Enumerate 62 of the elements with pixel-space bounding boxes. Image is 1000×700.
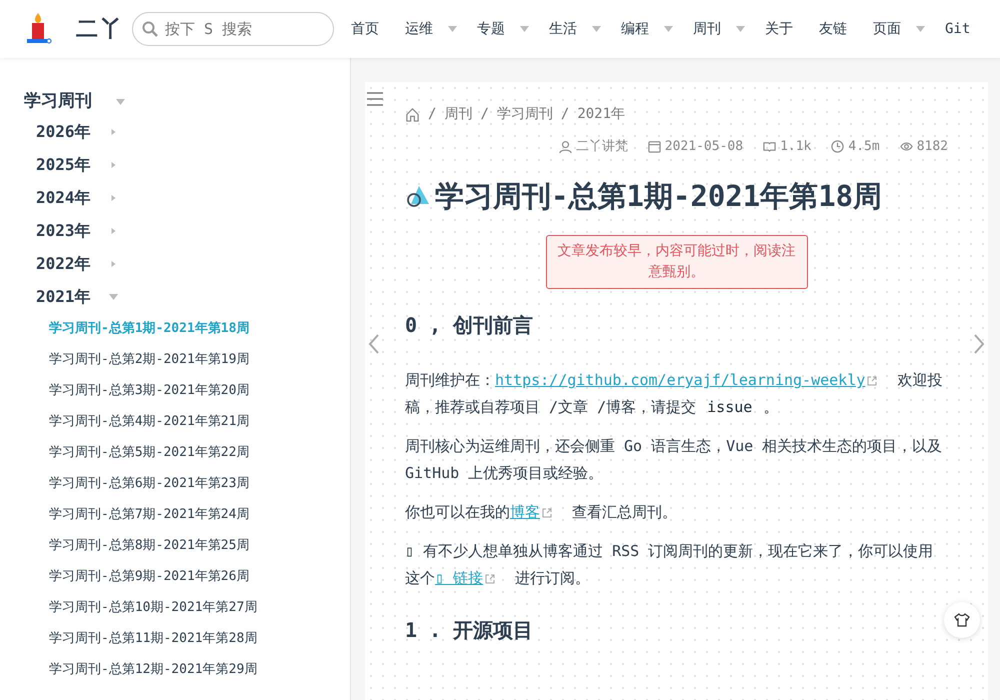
external-link-icon xyxy=(485,574,496,584)
nav-link[interactable]: 运维 xyxy=(405,18,433,40)
sidebar-group[interactable]: 2025年 xyxy=(36,152,91,176)
sidebar-item[interactable]: 学习周刊-总第12期-2021年第29周 xyxy=(0,654,350,685)
person-icon xyxy=(558,140,572,154)
site-title[interactable]: 二丫 xyxy=(76,12,124,46)
sidebar-item[interactable]: 学习周刊-总第3期-2021年第20周 xyxy=(0,375,350,406)
clock-icon xyxy=(831,140,844,154)
shirt-icon xyxy=(954,612,970,627)
eye-icon xyxy=(900,140,913,154)
sidebar-item[interactable]: 学习周刊-总第10期-2021年第27周 xyxy=(0,592,350,623)
meta-text: 二丫讲梵 xyxy=(576,138,628,156)
sidebar-group[interactable]: 2021年 xyxy=(36,284,91,308)
title-icon xyxy=(405,184,431,208)
breadcrumb-separator: / xyxy=(480,105,489,124)
sidebar-item[interactable]: 学习周刊-总第8期-2021年第25周 xyxy=(0,530,350,561)
book-icon xyxy=(763,140,776,154)
sidebar-group[interactable]: 2026年 xyxy=(36,120,91,144)
paragraph: 周刊维护在：https://github.com/eryajf/learning-weekly 欢迎投稿，推荐或自荐项目 /文章 /博客，请提交 issue 。 xyxy=(405,370,944,418)
nav-link[interactable]: 首页 xyxy=(351,18,379,40)
search-field[interactable]: 按下 S 搜索 xyxy=(132,12,334,46)
breadcrumb-link[interactable]: 学习周刊 xyxy=(496,104,553,125)
sidebar-item[interactable]: 学习周刊-总第11期-2021年第28周 xyxy=(0,623,350,654)
page-title: 学习周刊-总第1期-2021年第18周 xyxy=(435,178,882,214)
calendar-icon xyxy=(648,140,661,154)
sidebar-item[interactable]: 学习周刊-总第5期-2021年第22周 xyxy=(0,437,350,468)
external-link-icon xyxy=(542,508,552,518)
paragraph: ▯ 有不少人想单独从博客通过 RSS 订阅周刊的更新，现在它来了，你可以使用这个▯ 链接 进行订阅。 xyxy=(405,541,934,590)
nav-link[interactable]: 友链 xyxy=(819,18,847,40)
sidebar-item[interactable]: 学习周刊-总第6期-2021年第23周 xyxy=(0,468,350,499)
meta-text: 4.5m xyxy=(848,138,880,156)
home-icon[interactable] xyxy=(405,107,420,122)
nav-link[interactable]: Git xyxy=(945,18,970,40)
menu-icon[interactable] xyxy=(367,92,383,106)
breadcrumb-link[interactable]: 周刊 xyxy=(444,104,472,125)
sidebar-group[interactable]: 2023年 xyxy=(36,218,91,242)
sidebar-item[interactable]: 学习周刊-总第2期-2021年第19周 xyxy=(0,344,350,375)
sidebar-group[interactable]: 2024年 xyxy=(36,186,91,210)
nav-link[interactable]: 周刊 xyxy=(693,18,721,40)
section-heading: 1 . 开源项目 xyxy=(405,618,534,642)
sidebar-group[interactable]: 2022年 xyxy=(36,252,91,276)
nav-link[interactable]: 页面 xyxy=(873,18,901,40)
paragraph: 周刊核心为运维周刊，还会侧重 Go 语言生态，Vue 相关技术生态的项目，以及 GitHub 上优秀项目或经验。 xyxy=(405,436,944,484)
meta-text: 2021-05-08 xyxy=(664,138,744,156)
external-link-icon xyxy=(867,376,878,386)
warning-notice: 文章发布较早，内容可能过时，阅读注意甄别。 xyxy=(546,235,808,290)
section-heading: 0 , 创刊前言 xyxy=(405,313,534,338)
sidebar-item[interactable]: 学习周刊-总第4期-2021年第21周 xyxy=(0,406,350,437)
sidebar-heading[interactable]: 学习周刊 xyxy=(24,88,92,114)
breadcrumb-separator: / xyxy=(560,105,570,124)
breadcrumb-separator: / xyxy=(428,105,436,124)
nav-link[interactable]: 编程 xyxy=(621,18,649,40)
paragraph: 你也可以在我的博客 查看汇总周刊。 xyxy=(405,502,678,524)
sidebar-item[interactable]: 学习周刊-总第7期-2021年第24周 xyxy=(0,499,350,530)
breadcrumb-link[interactable]: 2021年 xyxy=(577,104,626,125)
nav-link[interactable]: 关于 xyxy=(765,18,793,40)
search-icon xyxy=(142,21,158,37)
meta-text: 8182 xyxy=(916,138,948,156)
meta-text: 1.1k xyxy=(780,138,812,156)
nav-link[interactable]: 生活 xyxy=(549,18,577,40)
sidebar-item[interactable]: 学习周刊-总第9期-2021年第26周 xyxy=(0,561,350,592)
nav-link[interactable]: 专题 xyxy=(477,18,505,40)
